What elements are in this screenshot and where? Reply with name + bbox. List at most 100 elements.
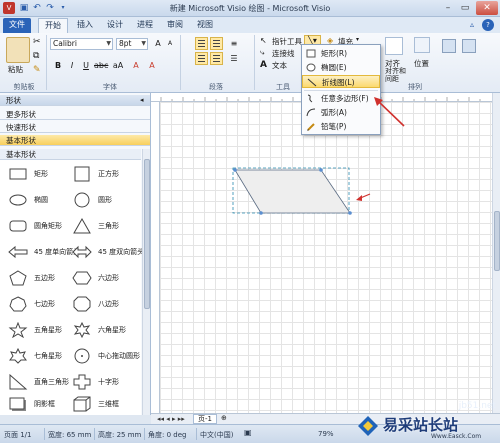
menu-item-rectangle[interactable]: 矩形(R)	[302, 47, 380, 60]
tab-review[interactable]: 审阅	[162, 18, 188, 33]
help-icon[interactable]: ?	[482, 19, 494, 31]
text-tool-icon[interactable]: A	[260, 60, 267, 70]
scrollbar-thumb[interactable]	[494, 211, 500, 271]
basic-shapes-item[interactable]: 基本形状	[0, 135, 150, 146]
center-circle-icon	[74, 348, 90, 364]
canvas-scrollbar[interactable]	[492, 93, 500, 413]
format-painter-icon[interactable]: ✎	[33, 65, 41, 75]
drawing-tools-menu: 矩形(R) 椭圆(E) 折线图(L) 任意多边形(F) 弧形(A) 铅笔(P)	[301, 44, 381, 135]
grow-font-icon[interactable]: A	[152, 38, 164, 50]
status-zoom[interactable]: 79%	[318, 430, 334, 438]
tab-insert[interactable]: 插入	[72, 18, 98, 33]
align-middle-icon[interactable]	[210, 37, 223, 50]
close-button[interactable]: ✕	[476, 1, 498, 15]
align-center-icon[interactable]	[210, 52, 223, 65]
bold-button[interactable]: B	[52, 60, 64, 72]
shape-label: 阴影框	[34, 400, 55, 408]
pencil-icon	[307, 123, 315, 131]
bring-forward-icon[interactable]	[462, 39, 476, 53]
align-icon[interactable]	[385, 37, 403, 55]
status-angle: 角度: 0 deg	[148, 431, 187, 439]
strikethrough-button[interactable]: abc	[94, 60, 108, 72]
text-effects-icon[interactable]: A	[146, 60, 158, 72]
text-tool-button[interactable]: 文本	[272, 60, 287, 71]
shape-label: 圆形	[98, 196, 112, 204]
divider	[180, 35, 181, 90]
vertex-handle[interactable]	[259, 211, 263, 215]
stencil-scrollbar[interactable]	[142, 149, 150, 415]
rectangle-icon	[306, 49, 316, 58]
menu-item-freeform[interactable]: 任意多边形(F)	[302, 92, 380, 105]
copy-icon[interactable]: ⧉	[33, 51, 39, 61]
quick-shapes-item[interactable]: 快速形状	[0, 122, 150, 133]
basic-shapes-stencil: 基本形状 矩形 正方形 椭圆 圆形 圆角矩形 三角形 45 度单向箭头 45 度…	[0, 149, 145, 415]
font-size-select[interactable]: 8pt ▼	[116, 38, 148, 50]
connector-button[interactable]: 连接线	[272, 48, 295, 59]
status-height: 高度: 25 mm	[98, 431, 142, 439]
vertex-handle[interactable]	[233, 168, 237, 172]
italic-button[interactable]: I	[66, 60, 78, 72]
pentagon-icon	[9, 270, 27, 286]
font-group-label: 字体	[103, 83, 117, 91]
menu-item-pencil[interactable]: 铅笔(P)	[302, 120, 380, 133]
tab-view[interactable]: 视图	[192, 18, 218, 33]
case-button[interactable]: aA	[112, 60, 124, 72]
parallelogram-shape[interactable]	[234, 169, 351, 214]
macro-record-icon[interactable]: ▣	[244, 428, 252, 437]
menu-item-line[interactable]: 折线图(L)	[302, 75, 380, 88]
paste-icon[interactable]	[6, 37, 30, 63]
shrink-font-icon[interactable]: A	[164, 38, 176, 50]
shape-label: 圆角矩形	[34, 222, 62, 230]
vertex-handle[interactable]	[348, 211, 352, 215]
shape-label: 45 度双向箭头	[98, 248, 145, 256]
position-icon[interactable]	[414, 37, 430, 53]
tab-page-1[interactable]: 页-1	[193, 414, 217, 424]
shape-label: 十字形	[98, 378, 119, 386]
rounded-rectangle-icon	[9, 220, 27, 232]
octagon-icon	[73, 296, 91, 312]
paste-button-label[interactable]: 粘贴	[8, 64, 23, 75]
hexagon-icon	[72, 271, 92, 285]
tab-home[interactable]: 开始	[38, 18, 68, 33]
group-icon[interactable]	[442, 39, 456, 53]
more-shapes-item[interactable]: 更多形状	[0, 109, 150, 120]
insert-page-icon[interactable]: ⊕	[221, 414, 227, 422]
vertical-ruler	[151, 102, 160, 413]
drawing-canvas[interactable]	[160, 102, 492, 413]
status-page[interactable]: 页面 1/1	[4, 430, 32, 440]
pointer-tool-icon[interactable]: ↖	[260, 36, 267, 45]
indent-icon[interactable]: ≡	[228, 38, 240, 50]
title-bar: V ▣ ↶ ↷ ▾ 新建 Microsoft Visio 绘图 - Micros…	[0, 0, 500, 17]
align-top-icon[interactable]	[195, 37, 208, 50]
ellipse-icon	[306, 63, 316, 72]
menu-divider	[304, 90, 378, 91]
scrollbar-thumb[interactable]	[144, 159, 150, 309]
font-color-icon[interactable]: A	[130, 60, 142, 72]
tab-file[interactable]: 文件	[3, 18, 31, 33]
star-5-icon	[8, 322, 28, 338]
align-left-icon[interactable]	[195, 52, 208, 65]
cross-icon	[73, 374, 91, 390]
pointer-tool-button[interactable]: 指针工具	[272, 36, 302, 47]
divider	[46, 35, 47, 90]
menu-item-arc[interactable]: 弧形(A)	[302, 106, 380, 119]
collapse-pane-icon[interactable]: ◂	[140, 96, 144, 104]
underline-button[interactable]: U	[80, 60, 92, 72]
menu-item-ellipse[interactable]: 椭圆(E)	[302, 61, 380, 74]
cut-icon[interactable]: ✂	[33, 37, 41, 47]
minimize-ribbon-icon[interactable]: ▵	[466, 19, 478, 31]
bullets-icon[interactable]: ☰	[228, 53, 240, 65]
connector-icon[interactable]: ⤷	[260, 48, 264, 58]
shapes-pane: 形状 ◂ 更多形状 快速形状 基本形状 基本形状 矩形 正方形 椭圆 圆形 圆角…	[0, 93, 151, 415]
page-nav-icons[interactable]: ◂◂ ◂ ▸ ▸▸	[157, 415, 185, 423]
font-name-select[interactable]: Calibri ▼	[50, 38, 113, 50]
maximize-button[interactable]: ▭	[457, 1, 473, 15]
vertex-handle[interactable]	[319, 168, 323, 172]
shadow-box-icon	[9, 397, 26, 411]
minimize-button[interactable]: –	[440, 1, 456, 15]
tab-process[interactable]: 进程	[132, 18, 158, 33]
watermark-sub: Www.Easck.Com	[431, 433, 482, 440]
position-button[interactable]: 位置	[414, 58, 429, 69]
tab-design[interactable]: 设计	[102, 18, 128, 33]
status-language[interactable]: 中文(中国)	[200, 430, 233, 440]
